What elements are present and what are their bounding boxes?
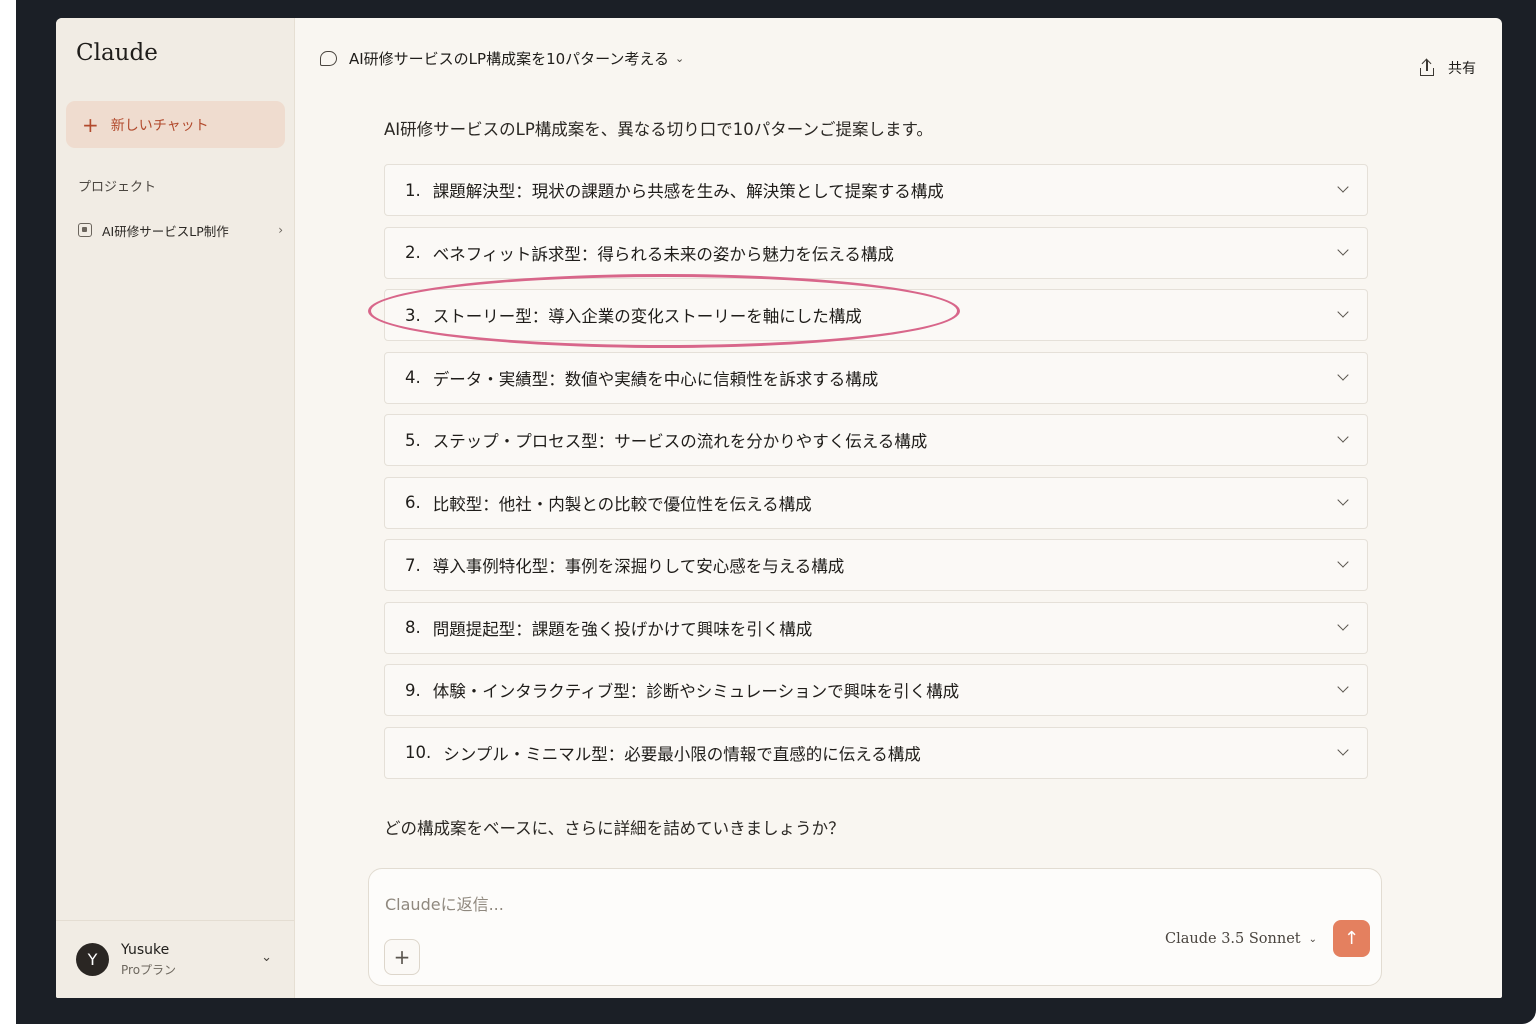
app-logo: Claude <box>76 40 158 66</box>
option-number: 9. <box>405 680 421 700</box>
user-meta: Yusuke Proプラン <box>121 942 176 978</box>
projects-heading: プロジェクト <box>78 180 157 195</box>
app-window: Claude + 新しいチャット プロジェクト AI研修サービスLP制作 › Y… <box>56 18 1502 998</box>
option-item-1[interactable]: 1. 課題解決型：現状の課題から共感を生み、解決策として提案する構成 <box>384 164 1368 216</box>
user-plan: Proプラン <box>121 962 177 977</box>
chat-title: AI研修サービスのLP構成案を10パターン考える <box>349 49 669 68</box>
model-selector[interactable]: Claude 3.5 Sonnet ⌄ <box>1165 931 1317 947</box>
user-name: Yusuke <box>121 941 170 958</box>
option-number: 3. <box>405 305 421 325</box>
chevron-down-icon <box>1337 368 1349 381</box>
option-number: 4. <box>405 368 421 387</box>
plus-icon: + <box>393 945 411 969</box>
options-list: 1. 課題解決型：現状の課題から共感を生み、解決策として提案する構成 2. ベネ… <box>384 164 1368 789</box>
chat-bubble-icon <box>320 50 337 66</box>
option-text: 比較型：他社・内製との比較で優位性を伝える構成 <box>432 494 812 514</box>
option-item-7[interactable]: 7. 導入事例特化型：事例を深掘りして安心感を与える構成 <box>384 539 1368 591</box>
share-icon <box>1420 58 1434 76</box>
reply-input[interactable] <box>385 895 1085 914</box>
option-item-5[interactable]: 5. ステップ・プロセス型：サービスの流れを分かりやすく伝える構成 <box>384 414 1368 466</box>
option-text: シンプル・ミニマル型：必要最小限の情報で直感的に伝える構成 <box>443 744 921 764</box>
chevron-down-icon <box>1337 431 1349 443</box>
option-item-9[interactable]: 9. 体験・インタラクティブ型：診断やシミュレーションで興味を引く構成 <box>384 664 1368 716</box>
avatar: Y <box>76 943 109 976</box>
chevron-down-icon <box>1337 556 1349 568</box>
chevron-down-icon <box>1337 243 1349 256</box>
model-label: Claude 3.5 Sonnet <box>1165 931 1301 947</box>
option-text: 課題解決型：現状の課題から共感を生み、解決策として提案する構成 <box>432 182 944 201</box>
option-text: 体験・インタラクティブ型：診断やシミュレーションで興味を引く構成 <box>432 682 960 701</box>
send-button[interactable]: ↑ <box>1333 920 1370 957</box>
new-chat-label: 新しいチャット <box>110 117 209 134</box>
option-text: データ・実績型：数値や実績を中心に信頼性を訴求する構成 <box>432 369 879 389</box>
option-text: ステップ・プロセス型：サービスの流れを分かりやすく伝える構成 <box>432 432 928 451</box>
option-item-3[interactable]: 3. ストーリー型：導入企業の変化ストーリーを軸にした構成 <box>384 289 1368 341</box>
composer: + Claude 3.5 Sonnet ⌄ ↑ <box>368 868 1382 986</box>
option-text: ストーリー型：導入企業の変化ストーリーを軸にした構成 <box>432 307 862 326</box>
share-button[interactable]: 共有 <box>1420 58 1476 78</box>
option-number: 5. <box>405 430 421 450</box>
attach-button[interactable]: + <box>384 939 420 975</box>
option-item-4[interactable]: 4. データ・実績型：数値や実績を中心に信頼性を訴求する構成 <box>384 351 1368 404</box>
chevron-right-icon: › <box>278 223 283 237</box>
option-text: ベネフィット訴求型：得られる未来の姿から魅力を伝える構成 <box>432 244 894 264</box>
option-number: 6. <box>405 493 421 512</box>
sidebar: Claude + 新しいチャット プロジェクト AI研修サービスLP制作 › Y… <box>56 18 295 998</box>
option-item-8[interactable]: 8. 問題提起型：課題を強く投げかけて興味を引く構成 <box>384 601 1368 654</box>
chevron-down-icon <box>1337 181 1349 193</box>
chat-title-dropdown[interactable]: AI研修サービスのLP構成案を10パターン考える ⌄ <box>320 46 684 70</box>
plus-icon: + <box>82 112 99 137</box>
project-label: AI研修サービスLP制作 <box>102 223 229 239</box>
option-text: 導入事例特化型：事例を深掘りして安心感を与える構成 <box>432 557 845 576</box>
option-number: 7. <box>405 555 421 575</box>
chevron-down-icon <box>1337 306 1349 318</box>
chevron-down-icon <box>1337 493 1349 506</box>
option-item-6[interactable]: 6. 比較型：他社・内製との比較で優位性を伝える構成 <box>384 476 1368 529</box>
chevron-down-icon <box>1337 618 1349 631</box>
option-number: 8. <box>405 618 421 637</box>
project-icon <box>78 223 92 237</box>
chevron-down-icon: ⌄ <box>261 950 272 965</box>
chevron-down-icon <box>1337 681 1349 693</box>
chevron-down-icon <box>1337 743 1349 756</box>
chevron-down-icon: ⌄ <box>674 51 685 65</box>
share-label: 共有 <box>1448 61 1476 77</box>
option-text: 問題提起型：課題を強く投げかけて興味を引く構成 <box>432 619 813 639</box>
option-number: 1. <box>405 180 421 200</box>
option-item-2[interactable]: 2. ベネフィット訴求型：得られる未来の姿から魅力を伝える構成 <box>384 226 1368 279</box>
arrow-up-icon: ↑ <box>1343 928 1360 949</box>
option-number: 2. <box>405 243 421 262</box>
user-menu[interactable]: Y Yusuke Proプラン ⌄ <box>56 920 294 998</box>
message-closing: どの構成案をベースに、さらに詳細を詰めていきましょうか？ <box>384 819 845 838</box>
option-item-10[interactable]: 10. シンプル・ミニマル型：必要最小限の情報で直感的に伝える構成 <box>384 726 1368 779</box>
chevron-down-icon: ⌄ <box>1308 933 1317 945</box>
new-chat-button[interactable]: + 新しいチャット <box>66 101 285 148</box>
option-number: 10. <box>405 743 432 762</box>
message-intro: AI研修サービスのLP構成案を、異なる切り口で10パターンご提案します。 <box>384 120 933 139</box>
sidebar-item-project[interactable]: AI研修サービスLP制作 › <box>78 219 283 241</box>
